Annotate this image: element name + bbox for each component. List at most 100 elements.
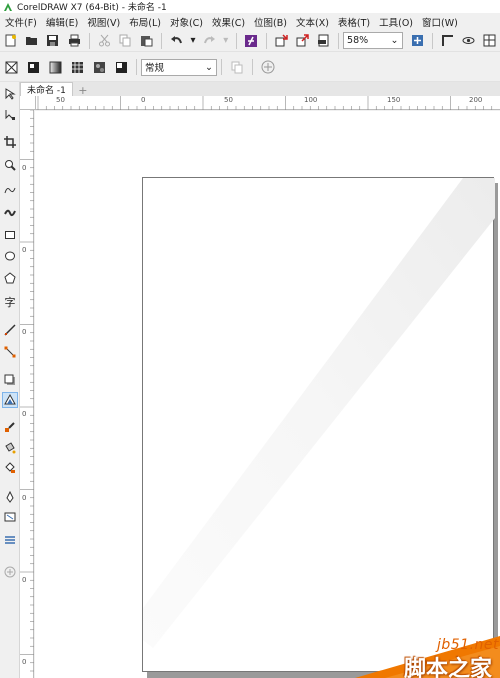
ellipse-tool-icon[interactable] [2, 248, 18, 264]
vertical-ruler[interactable]: 0 0 0 0 0 0 0 [20, 110, 34, 678]
polygon-tool-icon[interactable] [2, 270, 18, 286]
ruler-label: 50 [56, 96, 65, 104]
contour-tool-icon[interactable] [2, 509, 18, 525]
toolbar-separator [265, 32, 267, 49]
publish-pdf-icon[interactable] [315, 32, 332, 50]
standard-toolbar: ▾ ▾ 58% ⌄ [0, 30, 500, 52]
merge-mode-value: 常规 [145, 63, 165, 74]
undo-dropdown-icon[interactable]: ▾ [189, 32, 197, 50]
parallel-dimension-tool-icon[interactable] [2, 322, 18, 338]
save-icon[interactable] [44, 32, 61, 50]
menu-file[interactable]: 文件(F) [0, 15, 41, 29]
crop-tool-icon[interactable] [2, 134, 18, 150]
outline-pen-tool-icon[interactable] [2, 489, 18, 505]
ruler-label: 0 [22, 410, 27, 418]
rectangle-tool-icon[interactable] [2, 227, 18, 243]
shape-tool-icon[interactable] [2, 107, 18, 123]
document-page[interactable] [142, 177, 495, 673]
view-eye-icon[interactable] [460, 32, 477, 50]
new-document-icon[interactable] [2, 32, 19, 50]
uniform-fill-icon[interactable] [24, 58, 42, 76]
texture-fill-icon[interactable] [112, 58, 130, 76]
menu-tools[interactable]: 工具(O) [374, 15, 417, 29]
drop-shadow-tool-icon[interactable] [2, 372, 18, 388]
toolbar-separator [338, 32, 340, 49]
window-title: CorelDRAW X7 (64-Bit) - 未命名 -1 [17, 3, 167, 13]
ruler-label: 0 [22, 658, 27, 666]
options-grid-icon[interactable] [481, 32, 498, 50]
export-icon[interactable] [294, 32, 311, 50]
menu-bitmaps[interactable]: 位图(B) [249, 15, 291, 29]
snap-to-icon[interactable] [439, 32, 456, 50]
pick-tool-icon[interactable] [2, 86, 18, 102]
coreldraw-logo-icon [4, 2, 12, 11]
artistic-media-tool-icon[interactable] [2, 204, 18, 220]
menu-table[interactable]: 表格(T) [333, 15, 374, 29]
menu-window[interactable]: 窗口(W) [417, 15, 462, 29]
menu-bar: 文件(F) 编辑(E) 视图(V) 布局(L) 对象(C) 效果(C) 位图(B… [0, 13, 500, 30]
import-icon[interactable] [273, 32, 290, 50]
cut-icon[interactable] [96, 32, 113, 50]
menu-text[interactable]: 文本(X) [291, 15, 333, 29]
new-tab-plus-icon[interactable]: + [76, 84, 90, 97]
open-folder-icon[interactable] [23, 32, 40, 50]
toolbar-separator [235, 32, 237, 49]
fountain-fill-icon[interactable] [46, 58, 64, 76]
add-tool-icon[interactable] [2, 564, 18, 580]
bitmap-pattern-fill-icon[interactable] [90, 58, 108, 76]
redo-dropdown-icon[interactable]: ▾ [222, 32, 230, 50]
ruler-label: 0 [141, 96, 146, 104]
toolbox: 字 [0, 82, 20, 678]
menu-view[interactable]: 视图(V) [82, 15, 124, 29]
freehand-tool-icon[interactable] [2, 182, 18, 198]
menu-effects[interactable]: 效果(C) [207, 15, 249, 29]
chevron-down-icon: ⌄ [205, 61, 213, 73]
vector-pattern-fill-icon[interactable] [68, 58, 86, 76]
menu-layout[interactable]: 布局(L) [124, 15, 165, 29]
horizontal-ruler-ticks [37, 96, 493, 110]
no-fill-icon[interactable] [2, 58, 20, 76]
ruler-label: 200 [469, 96, 483, 104]
smart-fill-tool-icon[interactable] [2, 460, 18, 476]
transparency-tool-icon[interactable] [2, 392, 18, 408]
ruler-label: 100 [304, 96, 318, 104]
property-bar: 常规 ⌄ [0, 53, 500, 82]
vertical-ruler-ticks [20, 110, 34, 672]
zoom-tool-icon[interactable] [2, 157, 18, 173]
coreldraw-window: CorelDRAW X7 (64-Bit) - 未命名 -1 文件(F) 编辑(… [0, 0, 500, 678]
zoom-level-value: 58% [347, 35, 369, 46]
merge-mode-select[interactable]: 常规 ⌄ [141, 58, 217, 76]
undo-icon[interactable] [168, 32, 185, 50]
text-tool-icon[interactable]: 字 [2, 294, 18, 310]
paste-icon[interactable] [138, 32, 155, 50]
zoom-level-select[interactable]: 58% ⌄ [343, 32, 403, 49]
diagonal-transparent-strip[interactable] [143, 178, 495, 673]
toolbar-separator [161, 32, 162, 49]
document-tab[interactable]: 未命名 -1 [20, 82, 73, 96]
toolbar-separator [252, 59, 253, 75]
toolbar-separator [88, 32, 90, 49]
copy-fill-icon[interactable] [228, 58, 246, 76]
ruler-label: 50 [224, 96, 233, 104]
interactive-fill-tool-icon[interactable] [2, 440, 18, 456]
horizontal-ruler[interactable]: 50 0 50 100 150 200 [36, 96, 500, 110]
redo-icon[interactable] [201, 32, 218, 50]
object-properties-icon[interactable] [2, 532, 18, 548]
document-tab-bar: 未命名 -1 + [20, 82, 500, 97]
zoom-to-page-icon[interactable] [409, 32, 426, 50]
ruler-label: 0 [22, 576, 27, 584]
color-eyedropper-tool-icon[interactable] [2, 419, 18, 435]
toolbar-separator [136, 59, 137, 75]
menu-edit[interactable]: 编辑(E) [41, 15, 82, 29]
title-bar: CorelDRAW X7 (64-Bit) - 未命名 -1 [0, 0, 500, 13]
print-icon[interactable] [65, 32, 82, 50]
toolbar-separator [431, 32, 433, 49]
copy-icon[interactable] [117, 32, 134, 50]
menu-object[interactable]: 对象(C) [165, 15, 207, 29]
corel-connect-icon[interactable] [243, 32, 260, 50]
ruler-origin[interactable] [20, 96, 36, 110]
toolbar-separator [221, 59, 222, 75]
ruler-label: 0 [22, 328, 27, 336]
connector-tool-icon[interactable] [2, 344, 18, 360]
add-preset-icon[interactable] [259, 58, 277, 76]
